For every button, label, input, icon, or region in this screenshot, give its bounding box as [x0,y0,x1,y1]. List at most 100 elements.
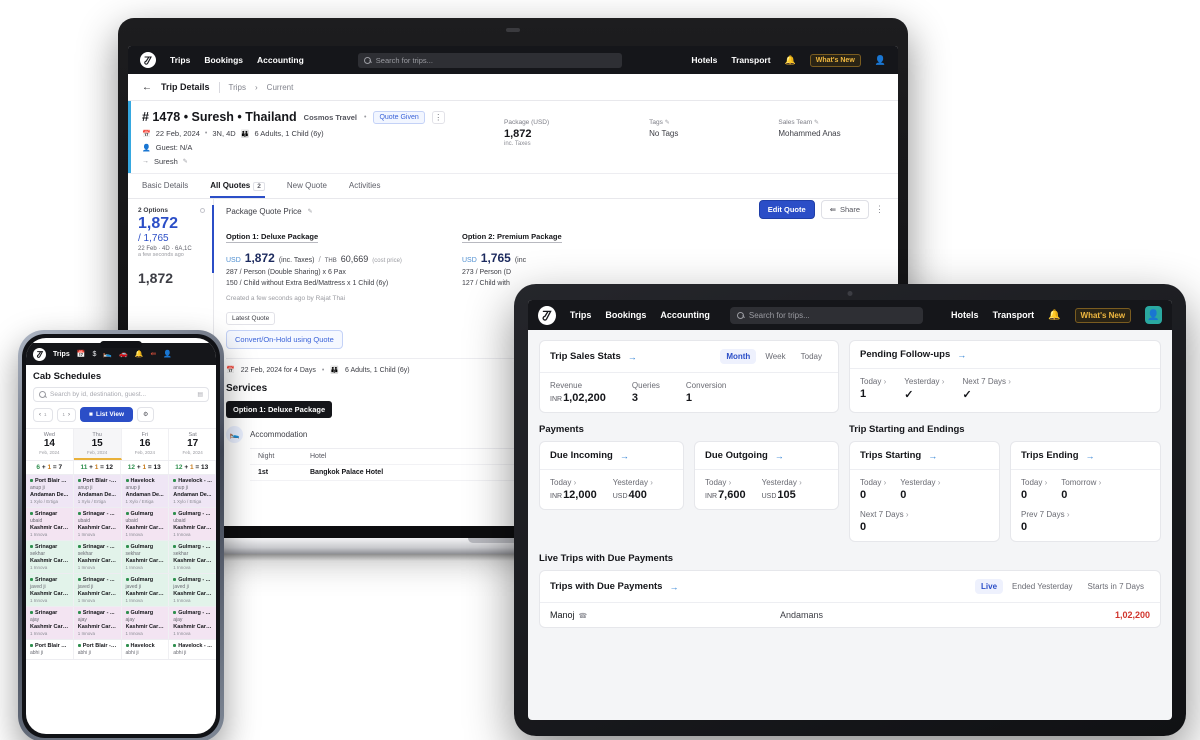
breadcrumb-current[interactable]: Current [267,83,294,92]
search-input[interactable]: Search for trips... [729,306,924,324]
segment-live[interactable]: Live [975,579,1004,594]
followup-today[interactable]: Today › 1 [860,377,886,401]
nav-bookings[interactable]: Bookings [605,310,646,320]
bed-icon[interactable]: 🛌 [103,350,112,358]
schedule-cell[interactable]: Port Blair - ... abhi ji [74,640,122,659]
user-icon[interactable]: 👤 [163,350,172,358]
quote-radio[interactable] [200,208,205,213]
arrow-right-icon[interactable]: → [957,350,966,360]
bell-icon[interactable]: 🔔 [785,55,796,66]
arrow-right-icon[interactable]: → [1086,451,1095,461]
trips-ending-tomorrow[interactable]: Tomorrow › 0 [1061,478,1101,501]
schedule-cell[interactable]: Srinagar - ... ubaid Kashmir Car ... 1 Inno… [74,508,122,540]
trips-ending-prev7[interactable]: Prev 7 Days › 0 [1021,510,1150,533]
nav-accounting[interactable]: Accounting [660,310,710,320]
segment-week[interactable]: Week [759,349,791,364]
due-incoming-today[interactable]: Today › INR12,000 [550,478,597,501]
schedule-cell[interactable]: Port Blair A... anup ji Andaman De... 1 Xyl… [26,475,74,507]
schedule-cell[interactable]: Srinagar javed ji Kashmir Car ... 1 Innova [26,574,74,606]
trips-ending-today[interactable]: Today › 0 [1021,478,1047,501]
schedule-cell[interactable]: Gulmarg ajay Kashmir Car ... 1 Innova [122,607,170,639]
due-outgoing-yesterday[interactable]: Yesterday › USD105 [762,478,802,501]
logo-icon[interactable] [140,52,156,68]
pencil-icon[interactable]: ✎ [814,120,819,126]
trips-starting-today[interactable]: Today › 0 [860,478,886,501]
whats-new-button[interactable]: What's New [1074,307,1132,323]
schedule-cell[interactable]: Gulmarg javed ji Kashmir Car ... 1 Innova [122,574,170,606]
nav-hotels[interactable]: Hotels [691,55,717,65]
tab-activities[interactable]: Activities [349,174,381,198]
convert-quote-button[interactable]: Convert/On-Hold using Quote [226,330,343,349]
nav-trips[interactable]: Trips [53,351,70,358]
tab-all-quotes[interactable]: All Quotes 2 [210,174,265,198]
dollar-icon[interactable]: $ [92,351,96,358]
schedule-row[interactable]: Port Blair A... anup ji Andaman De... 1 Xyl… [26,475,216,508]
schedule-row[interactable]: Srinagar sekhar Kashmir Car ... 1 Innova Sri… [26,541,216,574]
table-row[interactable]: Manoj ☎ Andamans 1,02,200 [540,603,1160,627]
whats-new-button[interactable]: What's New [809,53,861,67]
due-incoming-yesterday[interactable]: Yesterday › USD400 [613,478,653,501]
arrow-right-icon[interactable]: → [628,352,637,362]
trip-more-button[interactable]: ⋮ [431,110,445,124]
nav-transport[interactable]: Transport [993,310,1035,320]
calendar-day-col[interactable]: Fri 16 Feb, 2024 [122,429,170,460]
schedule-cell[interactable]: Srinagar - ... ajay Kashmir Car ... 1 Innov… [74,607,122,639]
arrow-right-icon[interactable]: → [775,451,784,461]
logo-icon[interactable] [33,347,46,361]
arrow-right-icon[interactable]: → [928,451,937,461]
bell-icon[interactable]: 🔔 [1048,310,1060,321]
schedule-cell[interactable]: Gulmarg - ... sekhar Kashmir Car ... 1 Inno… [169,541,216,573]
nav-trips[interactable]: Trips [570,310,592,320]
nav-trips[interactable]: Trips [170,55,190,65]
arrow-right-icon[interactable]: → [669,582,678,592]
schedule-cell[interactable]: Port Blair A... abhi ji [26,640,74,659]
schedule-row[interactable]: Srinagar javed ji Kashmir Car ... 1 Innova S… [26,574,216,607]
schedule-row[interactable]: Srinagar ubaid Kashmir Car ... 1 Innova Srin… [26,508,216,541]
car-icon[interactable]: 🚗 [119,350,128,358]
pencil-icon[interactable]: ✎ [665,120,670,126]
schedule-cell[interactable]: Havelock abhi ji [122,640,170,659]
quote-more-button[interactable]: ⋮ [875,204,884,215]
schedule-cell[interactable]: Havelock anup ji Andaman De... 1 Xylo / Ert… [122,475,170,507]
due-outgoing-today[interactable]: Today › INR7,600 [705,478,746,501]
bell-icon[interactable]: 🔔 [135,350,144,358]
schedule-cell[interactable]: Gulmarg ubaid Kashmir Car ... 1 Innova [122,508,170,540]
trips-starting-next7[interactable]: Next 7 Days › 0 [860,510,989,533]
back-button[interactable]: ← [142,82,152,93]
schedule-cell[interactable]: Srinagar ubaid Kashmir Car ... 1 Innova [26,508,74,540]
schedule-row[interactable]: Port Blair A... abhi ji Port Blair - ... ab… [26,640,216,660]
segment-today[interactable]: Today [795,349,828,364]
followup-next7[interactable]: Next 7 Days › ✓ [962,377,1010,401]
schedule-cell[interactable]: Havelock - ... anup ji Andaman De... 1 Xylo… [169,475,216,507]
pencil-icon[interactable]: ✎ [183,158,188,165]
status-badge[interactable]: Quote Given [373,110,425,124]
schedule-cell[interactable]: Havelock - ... abhi ji [169,640,216,659]
schedule-row[interactable]: Srinagar ajay Kashmir Car ... 1 Innova Srina… [26,607,216,640]
nav-hotels[interactable]: Hotels [951,310,979,320]
avatar[interactable]: 👤 [1145,306,1162,324]
followup-yesterday[interactable]: Yesterday › ✓ [904,377,944,401]
nav-transport[interactable]: Transport [731,55,770,65]
nav-bookings[interactable]: Bookings [204,55,243,65]
search-input[interactable]: Search for trips... [357,52,622,68]
logo-icon[interactable] [538,305,556,325]
edit-quote-button[interactable]: Edit Quote [758,200,815,219]
schedule-cell[interactable]: Srinagar - ... javed ji Kashmir Car ... 1 I… [74,574,122,606]
schedule-cell[interactable]: Srinagar sekhar Kashmir Car ... 1 Innova [26,541,74,573]
schedule-cell[interactable]: Gulmarg - ... ajay Kashmir Car ... 1 Innova [169,607,216,639]
segment-starts-7days[interactable]: Starts in 7 Days [1082,579,1150,594]
nav-accounting[interactable]: Accounting [257,55,304,65]
schedule-cell[interactable]: Srinagar ajay Kashmir Car ... 1 Innova [26,607,74,639]
arrow-right-icon[interactable]: → [620,451,629,461]
calendar-day-col[interactable]: Wed 14 Feb, 2024 [26,429,74,460]
prev-button[interactable]: ‹ 1 [33,407,53,422]
share-button[interactable]: ⇚ Share [820,200,869,219]
calendar-day-col[interactable]: Thu 15 Feb, 2024 [73,429,122,460]
schedule-cell[interactable]: Port Blair - ... anup ji Andaman De... 1 Xy… [74,475,122,507]
share-icon[interactable]: ⇚ [151,350,157,358]
user-icon[interactable]: 👤 [875,55,886,66]
phone-schedule-grid[interactable]: Port Blair A... anup ji Andaman De... 1 Xyl… [26,475,216,660]
phone-search-input[interactable]: Search by id, destination, guest... ▤ [33,387,209,402]
schedule-cell[interactable]: Gulmarg - ... ubaid Kashmir Car ... 1 Innov… [169,508,216,540]
calendar-day-col[interactable]: Sat 17 Feb, 2024 [169,429,216,460]
